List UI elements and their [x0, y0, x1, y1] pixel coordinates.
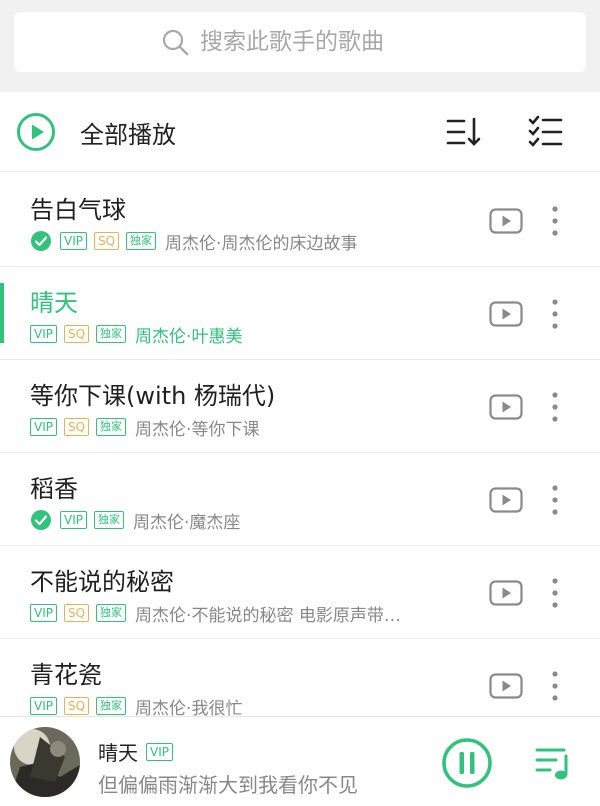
play-circle-icon	[17, 113, 55, 151]
artist-album: 周杰伦·等你下课	[135, 419, 260, 440]
search-icon	[162, 29, 189, 56]
more-vertical-icon[interactable]	[543, 576, 567, 610]
song-title: 不能说的秘密	[30, 568, 174, 596]
more-vertical-icon[interactable]	[543, 390, 567, 424]
mv-video-icon[interactable]	[489, 673, 523, 699]
player-song-title: 晴天 VIP	[98, 737, 180, 766]
now-playing-indicator	[0, 283, 4, 343]
vip-badge: VIP	[30, 418, 57, 436]
mini-player[interactable]: 晴天 VIP 但偏偏雨渐渐大到我看你不见	[0, 716, 600, 806]
song-row[interactable]: 等你下课(with 杨瑞代) VIP SQ 独家 周杰伦·等你下课	[0, 360, 600, 453]
downloaded-check-icon	[31, 510, 51, 530]
sort-icon[interactable]	[444, 112, 484, 152]
song-meta: VIP 独家 周杰伦·魔杰座	[30, 509, 241, 533]
mv-video-icon[interactable]	[489, 580, 523, 606]
play-all-label: 全部播放	[80, 120, 176, 149]
exclusive-badge: 独家	[96, 604, 127, 622]
sq-badge: SQ	[63, 418, 90, 436]
player-lyric: 但偏偏雨渐渐大到我看你不见	[98, 773, 358, 797]
sq-badge: SQ	[93, 232, 120, 250]
vip-badge: VIP	[60, 511, 87, 529]
sq-badge: SQ	[63, 604, 90, 622]
song-row[interactable]: 稻香 VIP 独家 周杰伦·魔杰座	[0, 453, 600, 546]
song-title: 告白气球	[30, 196, 126, 224]
song-meta: VIP SQ 独家 周杰伦·等你下课	[30, 416, 260, 440]
exclusive-badge: 独家	[96, 697, 127, 715]
song-list: 告白气球 VIP SQ 独家 周杰伦·周杰伦的床边故事 晴天 VIP SQ 独家 周杰伦·叶惠美等…	[0, 174, 600, 732]
sq-badge: SQ	[63, 325, 90, 343]
play-all-button[interactable]: 全部播放	[16, 112, 176, 152]
more-vertical-icon[interactable]	[543, 669, 567, 703]
vip-badge: VIP	[30, 325, 57, 343]
song-title: 稻香	[30, 475, 78, 503]
artist-album: 周杰伦·周杰伦的床边故事	[165, 233, 358, 254]
song-title: 晴天	[30, 289, 78, 317]
song-title: 青花瓷	[30, 661, 102, 689]
song-row[interactable]: 告白气球 VIP SQ 独家 周杰伦·周杰伦的床边故事	[0, 174, 600, 267]
mv-video-icon[interactable]	[489, 301, 523, 327]
playlist-icon[interactable]	[534, 743, 574, 783]
album-cover[interactable]	[10, 727, 80, 797]
multi-select-icon[interactable]	[526, 112, 566, 152]
song-meta: VIP SQ 独家 周杰伦·周杰伦的床边故事	[30, 230, 358, 254]
search-box[interactable]	[14, 12, 586, 72]
list-toolbar: 全部播放	[0, 92, 600, 172]
more-vertical-icon[interactable]	[543, 297, 567, 331]
song-title: 等你下课(with 杨瑞代)	[30, 382, 276, 410]
more-vertical-icon[interactable]	[543, 204, 567, 238]
artist-album: 周杰伦·叶惠美	[135, 326, 243, 347]
exclusive-badge: 独家	[96, 418, 127, 436]
mv-video-icon[interactable]	[489, 394, 523, 420]
vip-badge: VIP	[30, 697, 57, 715]
song-meta: VIP SQ 独家 周杰伦·不能说的秘密 电影原声带…	[30, 602, 401, 626]
artist-album: 周杰伦·我很忙	[135, 698, 243, 719]
song-meta: VIP SQ 独家 周杰伦·叶惠美	[30, 323, 243, 347]
vip-badge: VIP	[30, 604, 57, 622]
search-input[interactable]	[200, 29, 440, 55]
artist-album: 周杰伦·魔杰座	[132, 512, 241, 533]
pause-icon[interactable]	[441, 737, 493, 789]
vip-badge: VIP	[60, 232, 87, 250]
song-row[interactable]: 晴天 VIP SQ 独家 周杰伦·叶惠美	[0, 267, 600, 360]
player-title-text: 晴天	[98, 741, 138, 765]
exclusive-badge: 独家	[96, 325, 127, 343]
exclusive-badge: 独家	[93, 511, 124, 529]
artist-album: 周杰伦·不能说的秘密 电影原声带…	[135, 605, 401, 626]
downloaded-check-icon	[31, 231, 51, 251]
vip-badge: VIP	[146, 742, 173, 761]
sq-badge: SQ	[63, 697, 90, 715]
song-row[interactable]: 不能说的秘密 VIP SQ 独家 周杰伦·不能说的秘密 电影原声带…	[0, 546, 600, 639]
search-bar-area	[0, 0, 600, 92]
mv-video-icon[interactable]	[489, 208, 523, 234]
exclusive-badge: 独家	[126, 232, 157, 250]
song-meta: VIP SQ 独家 周杰伦·我很忙	[30, 695, 243, 719]
mv-video-icon[interactable]	[489, 487, 523, 513]
more-vertical-icon[interactable]	[543, 483, 567, 517]
